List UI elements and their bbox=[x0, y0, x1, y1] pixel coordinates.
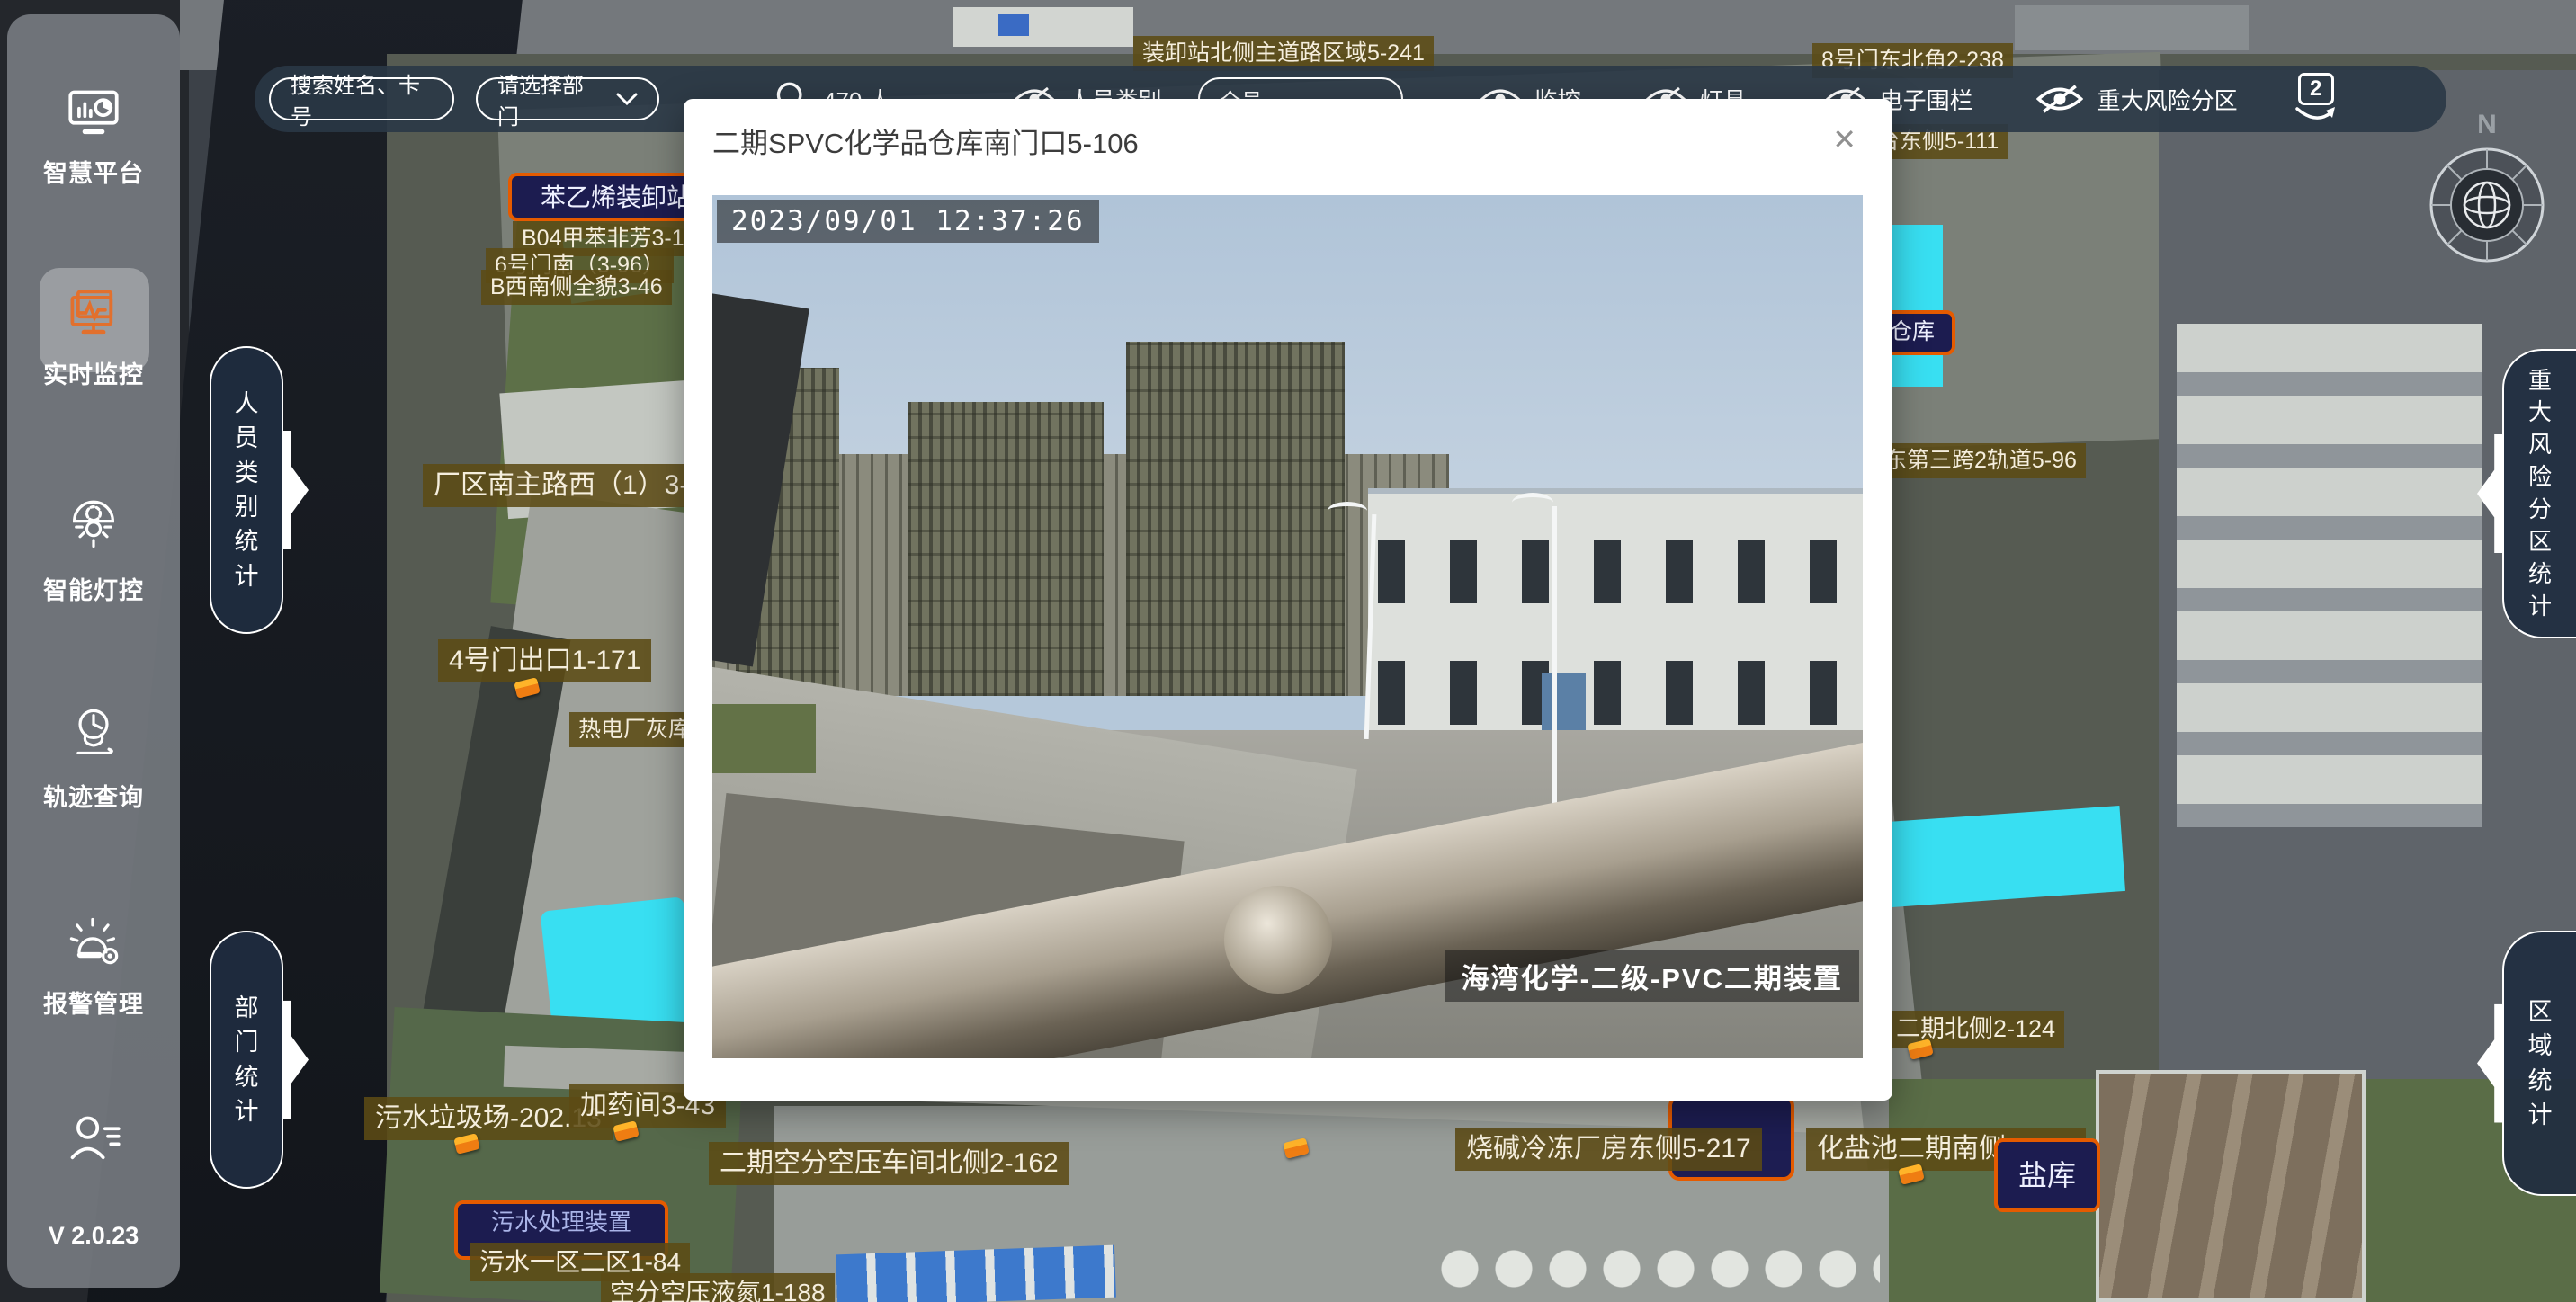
map-label[interactable]: 二期空分空压车间北侧2-162 bbox=[709, 1142, 1069, 1185]
rotate-arrow-icon bbox=[2295, 105, 2337, 123]
tab-label: 重大风险分区统计 bbox=[2527, 365, 2554, 623]
department-placeholder: 请选择部门 bbox=[497, 67, 593, 130]
tab-label: 部门统计 bbox=[233, 991, 260, 1128]
map-label[interactable]: 空分空压液氮1-188 bbox=[601, 1273, 835, 1302]
toggle-label: 重大风险分区 bbox=[2097, 83, 2238, 116]
dialog-title: 二期SPVC化学品仓库南门口5-106 bbox=[712, 120, 1139, 161]
map-camera-marker[interactable] bbox=[1283, 1137, 1310, 1159]
person-list-icon bbox=[65, 1113, 122, 1165]
realtime-monitor-icon bbox=[67, 288, 121, 338]
sidebar-item-track-query[interactable]: 轨迹查询 bbox=[7, 705, 180, 813]
sidebar-item-label: 实时监控 bbox=[7, 355, 180, 390]
photo-grass bbox=[712, 704, 816, 773]
camera-timestamp: 2023/09/01 12:37:26 bbox=[717, 200, 1099, 243]
photo-lamp-arm bbox=[1512, 493, 1553, 513]
toggle-risk-zones[interactable]: 重大风险分区 bbox=[2036, 83, 2238, 116]
track-query-icon bbox=[67, 705, 121, 761]
sidebar-item-label: 轨迹查询 bbox=[7, 778, 180, 813]
search-placeholder: 搜索姓名、卡号 bbox=[291, 67, 433, 130]
photo-tower bbox=[1126, 342, 1345, 696]
screen-count-badge: 2 bbox=[2298, 73, 2334, 105]
compass-north-label: N bbox=[2424, 110, 2550, 140]
photo-lamp-arm bbox=[1328, 502, 1367, 520]
eye-off-icon bbox=[2036, 83, 2083, 115]
tab-risk-zone-stats[interactable]: 重大风险分区统计 bbox=[2502, 349, 2576, 638]
department-select[interactable]: 请选择部门 bbox=[476, 77, 659, 120]
photo-pipe-end bbox=[1224, 886, 1332, 994]
chevron-down-icon bbox=[616, 93, 638, 106]
smart-platform-icon bbox=[67, 88, 121, 137]
map-label[interactable]: 4号门出口1-171 bbox=[438, 639, 651, 682]
sidebar-item-label: 报警管理 bbox=[7, 985, 180, 1020]
photo-tower bbox=[908, 402, 1103, 695]
photo-window-row bbox=[1378, 540, 1853, 603]
camera-dialog: 二期SPVC化学品仓库南门口5-106 ✕ 2023/09/0 bbox=[684, 99, 1892, 1101]
toggle-label: 电子围栏 bbox=[1880, 83, 1973, 116]
photo-window-row bbox=[1378, 661, 1853, 724]
screen-switch-button[interactable]: 2 bbox=[2295, 73, 2337, 125]
camera-feed: 2023/09/01 12:37:26 海湾化学-二级-PVC二期装置 bbox=[712, 195, 1863, 1058]
tab-label: 人员类别统计 bbox=[233, 387, 260, 593]
map-label[interactable]: 热电厂灰库 bbox=[569, 712, 700, 747]
compass[interactable]: N bbox=[2424, 110, 2550, 268]
app-window: 苯乙烯装卸站 B04甲苯非芳3-10 6号门南（3-96） B西南侧全貌3-46… bbox=[0, 0, 2576, 1302]
map-label[interactable]: 盐库 bbox=[1994, 1138, 2100, 1212]
map-label[interactable]: B西南侧全貌3-46 bbox=[481, 270, 672, 305]
sidebar-item-label: 智慧平台 bbox=[7, 154, 180, 189]
tab-person-type-stats[interactable]: 人员类别统计 bbox=[210, 346, 283, 634]
tab-area-stats[interactable]: 区域统计 bbox=[2502, 931, 2576, 1196]
sidebar-item-alarm[interactable]: 报警管理 bbox=[7, 914, 180, 1020]
map-label[interactable]: 东第三跨2轨道5-96 bbox=[1875, 443, 2086, 478]
sidebar-item-platform[interactable]: 智慧平台 bbox=[7, 88, 180, 189]
map-label[interactable]: 烧碱冷冻厂房东侧5-217 bbox=[1455, 1128, 1762, 1171]
smart-light-icon bbox=[67, 498, 121, 554]
search-input[interactable]: 搜索姓名、卡号 bbox=[269, 77, 454, 120]
alarm-siren-icon bbox=[66, 914, 121, 968]
camera-watermark: 海湾化学-二级-PVC二期装置 bbox=[1445, 950, 1859, 1002]
tab-department-stats[interactable]: 部门统计 bbox=[210, 931, 283, 1189]
photo-lamp-pole bbox=[1552, 506, 1557, 852]
sidebar-item-realtime-monitor[interactable]: 实时监控 bbox=[7, 288, 180, 390]
compass-dial-icon bbox=[2424, 142, 2550, 268]
tab-label: 区域统计 bbox=[2527, 994, 2554, 1132]
sidebar-item-smart-lights[interactable]: 智能灯控 bbox=[7, 498, 180, 606]
version-label: V 2.0.23 bbox=[7, 1222, 180, 1250]
sidebar-item-label: 智能灯控 bbox=[7, 571, 180, 606]
sidebar: 智慧平台 实时监控 bbox=[7, 14, 180, 1288]
sidebar-item-personnel[interactable] bbox=[7, 1113, 180, 1170]
close-icon[interactable]: ✕ bbox=[1832, 122, 1856, 156]
